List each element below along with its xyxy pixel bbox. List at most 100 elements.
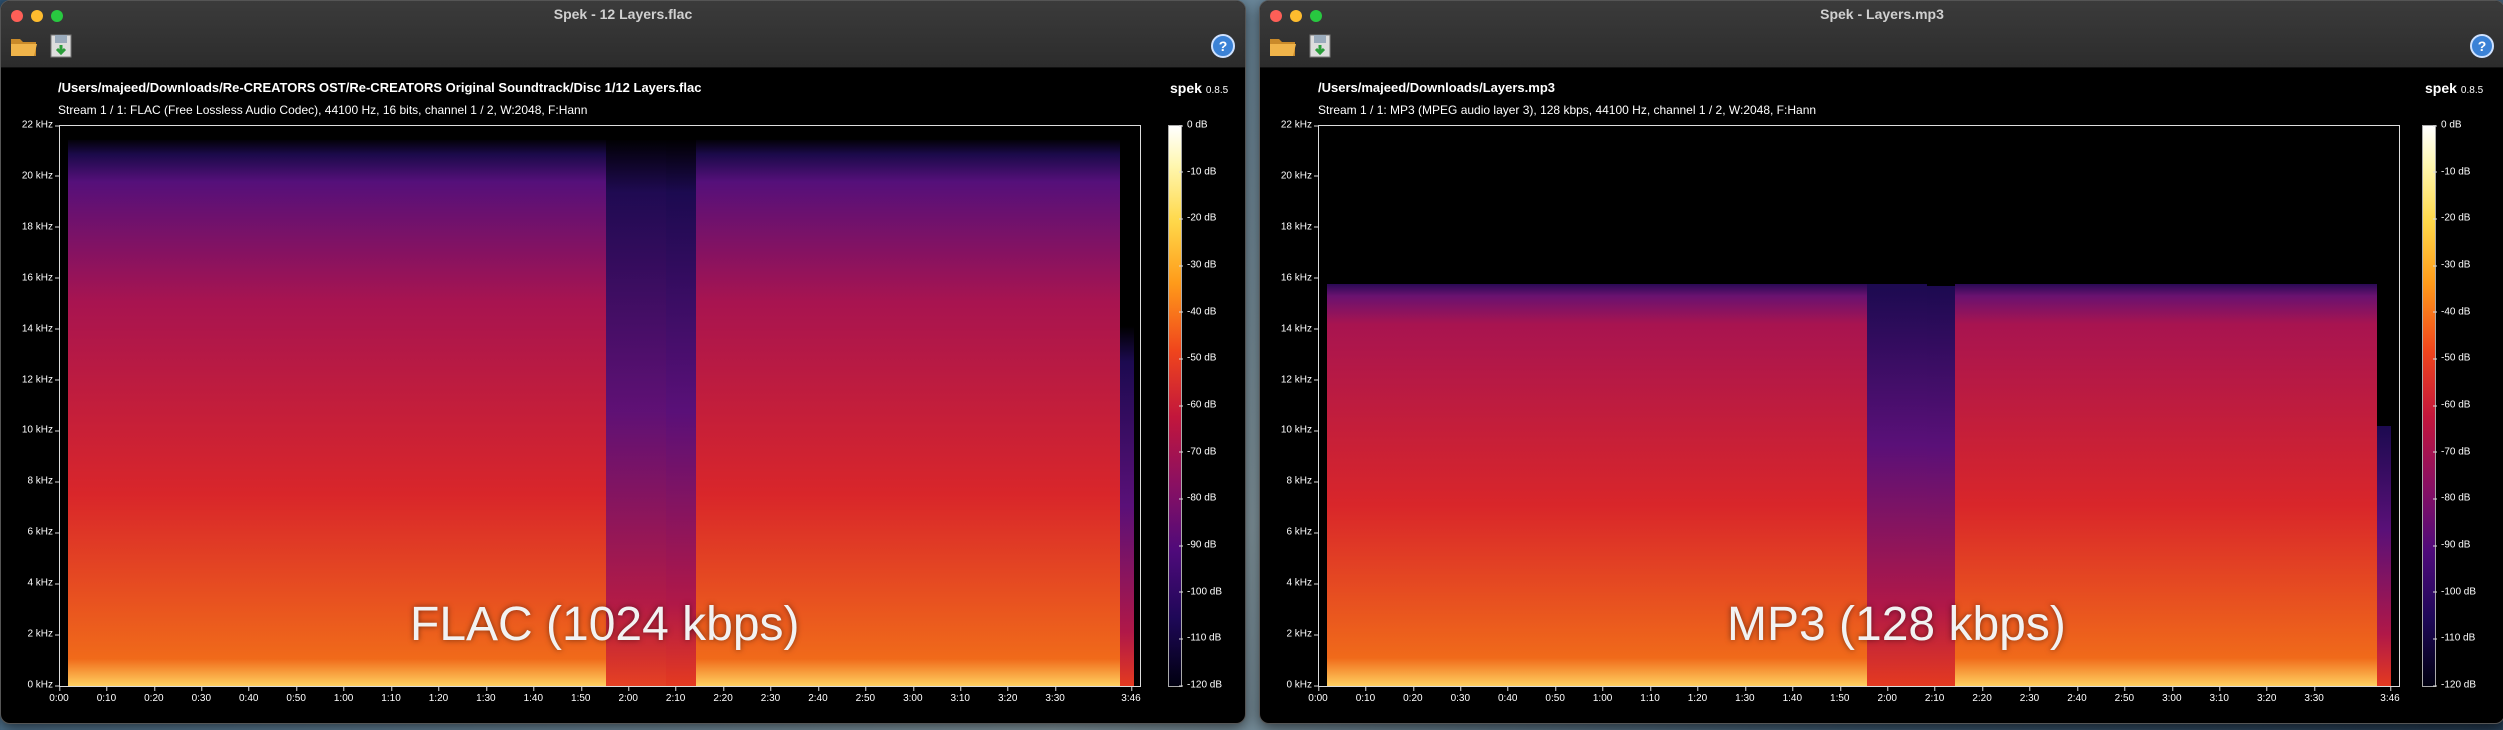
db-tick-label: -40 dB xyxy=(1178,306,1217,318)
frequency-tick-label: 18 kHz xyxy=(1280,221,1319,233)
frequency-tick-label: 20 kHz xyxy=(1280,170,1319,182)
frequency-tick-label: 14 kHz xyxy=(1280,323,1319,335)
brand-version: 0.8.5 xyxy=(2460,85,2484,96)
time-tick-label: 1:30 xyxy=(1735,687,1755,704)
db-tick-label: -120 dB xyxy=(1178,679,1223,691)
time-tick-label: 3:00 xyxy=(2162,687,2182,704)
time-tick-label: 2:50 xyxy=(2114,687,2135,704)
title-bar[interactable]: Spek - Layers.mp3 ? xyxy=(1260,1,2503,68)
db-tick-label: -90 dB xyxy=(2432,539,2471,551)
time-tick-label: 2:50 xyxy=(855,687,876,704)
frequency-tick-label: 8 kHz xyxy=(1286,475,1318,487)
frequency-tick-label: 8 kHz xyxy=(27,475,59,487)
time-tick-label: 3:30 xyxy=(1045,687,1065,704)
time-tick-label: 2:00 xyxy=(618,687,638,704)
stream-info: Stream 1 / 1: MP3 (MPEG audio layer 3), … xyxy=(1318,103,1817,117)
time-tick-label: 0:50 xyxy=(1545,687,1565,704)
frequency-tick-label: 2 kHz xyxy=(27,628,59,640)
spek-brand: spek 0.8.5 xyxy=(1170,80,1228,96)
brand-name: spek xyxy=(2425,80,2457,96)
db-tick-label: -100 dB xyxy=(1178,586,1223,598)
time-tick-label: 0:30 xyxy=(1450,687,1471,704)
time-tick-label: 3:20 xyxy=(997,687,1018,704)
db-tick-label: -110 dB xyxy=(1178,632,1222,644)
time-axis: 0:00 0:10 0:20 0:30 0:40 0:50 1:00 1:10 1:20 1:30… xyxy=(49,687,1141,707)
db-tick-label: -50 dB xyxy=(2432,352,2471,364)
time-tick-label: 1:00 xyxy=(1592,687,1613,704)
time-tick-label: 1:10 xyxy=(1640,687,1660,704)
help-icon[interactable]: ? xyxy=(2470,34,2494,58)
db-tick-label: -20 dB xyxy=(1178,212,1217,224)
db-tick-label: -120 dB xyxy=(2432,679,2477,691)
window-title: Spek - 12 Layers.flac xyxy=(553,6,693,22)
time-tick-label: 1:00 xyxy=(333,687,354,704)
frequency-tick-label: 22 kHz xyxy=(21,119,60,131)
db-tick-label: -70 dB xyxy=(2432,446,2471,458)
time-tick-label: 2:40 xyxy=(2067,687,2087,704)
frequency-tick-label: 10 kHz xyxy=(21,424,60,436)
frequency-tick-label: 22 kHz xyxy=(1280,119,1319,131)
frequency-tick-label: 0 kHz xyxy=(1286,679,1318,691)
db-tick-label: -20 dB xyxy=(2432,212,2471,224)
frequency-tick-label: 6 kHz xyxy=(27,526,59,538)
time-tick-label: 1:20 xyxy=(1687,687,1708,704)
db-tick-label: -70 dB xyxy=(1178,446,1217,458)
frequency-tick-label: 4 kHz xyxy=(27,577,59,589)
db-tick-label: -50 dB xyxy=(1178,352,1217,364)
spek-window-mp3: Spek - Layers.mp3 ? /Users/majeed/Downlo… xyxy=(1259,0,2503,724)
time-tick-label: 0:00 xyxy=(1308,687,1328,704)
db-tick-label: -40 dB xyxy=(2432,306,2471,318)
time-tick-label: 0:40 xyxy=(1498,687,1518,704)
format-label: FLAC (1024 kbps) xyxy=(410,598,800,651)
title-bar[interactable]: Spek - 12 Layers.flac ? xyxy=(1,1,1245,68)
format-label: MP3 (128 kbps) xyxy=(1727,598,2066,651)
time-tick-label: 1:50 xyxy=(571,687,591,704)
spek-window-flac: Spek - 12 Layers.flac ? /Users/majeed/Do… xyxy=(0,0,1246,724)
frequency-tick-label: 12 kHz xyxy=(21,374,60,386)
db-tick-label: 0 dB xyxy=(1179,119,1208,131)
db-color-scale xyxy=(2422,125,2436,687)
frequency-axis: 0 kHz 2 kHz 4 kHz 6 kHz 8 kHz 10 kHz 12 kHz 14 … xyxy=(1,120,60,691)
time-tick-label: 0:50 xyxy=(286,687,306,704)
frequency-axis: 0 kHz 2 kHz 4 kHz 6 kHz 8 kHz 10 kHz 12 kHz 14 … xyxy=(1260,120,1319,691)
time-tick-label: 2:30 xyxy=(2019,687,2040,704)
time-tick-label: 2:40 xyxy=(808,687,828,704)
time-tick-label: 0:40 xyxy=(239,687,259,704)
folder-open-icon[interactable] xyxy=(9,31,39,59)
time-tick-label: 2:20 xyxy=(1972,687,1992,704)
brand-version: 0.8.5 xyxy=(1205,85,1229,96)
file-path: /Users/majeed/Downloads/Re-CREATORS OST/… xyxy=(58,80,702,95)
help-icon[interactable]: ? xyxy=(1211,34,1235,58)
time-tick-label: 3:46 xyxy=(2380,687,2400,704)
time-axis: 0:00 0:10 0:20 0:30 0:40 0:50 1:00 1:10 1:20 1:30… xyxy=(1308,687,2400,707)
save-icon[interactable] xyxy=(1306,31,1336,59)
frequency-tick-label: 16 kHz xyxy=(21,272,60,284)
db-tick-label: -60 dB xyxy=(1178,399,1217,411)
time-tick-label: 2:30 xyxy=(760,687,781,704)
time-tick-label: 0:20 xyxy=(1403,687,1423,704)
folder-open-icon[interactable] xyxy=(1268,31,1298,59)
time-tick-label: 0:10 xyxy=(1355,687,1376,704)
time-tick-label: 2:00 xyxy=(1877,687,1897,704)
frequency-tick-label: 12 kHz xyxy=(1280,374,1319,386)
time-tick-label: 0:00 xyxy=(49,687,69,704)
db-tick-label: -10 dB xyxy=(2432,166,2471,178)
file-path: /Users/majeed/Downloads/Layers.mp3 xyxy=(1318,80,1555,95)
frequency-tick-label: 2 kHz xyxy=(1286,628,1318,640)
time-tick-label: 0:20 xyxy=(144,687,164,704)
brand-name: spek xyxy=(1170,80,1202,96)
time-tick-label: 0:30 xyxy=(191,687,212,704)
db-tick-label: -80 dB xyxy=(2432,492,2471,504)
save-icon[interactable] xyxy=(47,31,77,59)
db-tick-label: -30 dB xyxy=(1178,259,1217,271)
time-tick-label: 1:40 xyxy=(523,687,544,704)
db-tick-label: -110 dB xyxy=(2432,632,2476,644)
db-tick-label: -60 dB xyxy=(2432,399,2471,411)
time-tick-label: 1:20 xyxy=(428,687,449,704)
window-title: Spek - Layers.mp3 xyxy=(1820,6,1944,22)
frequency-tick-label: 4 kHz xyxy=(1286,577,1318,589)
time-tick-label: 2:10 xyxy=(1924,687,1945,704)
time-tick-label: 3:10 xyxy=(950,687,970,704)
db-tick-label: 0 dB xyxy=(2433,119,2462,131)
db-tick-label: -90 dB xyxy=(1178,539,1217,551)
